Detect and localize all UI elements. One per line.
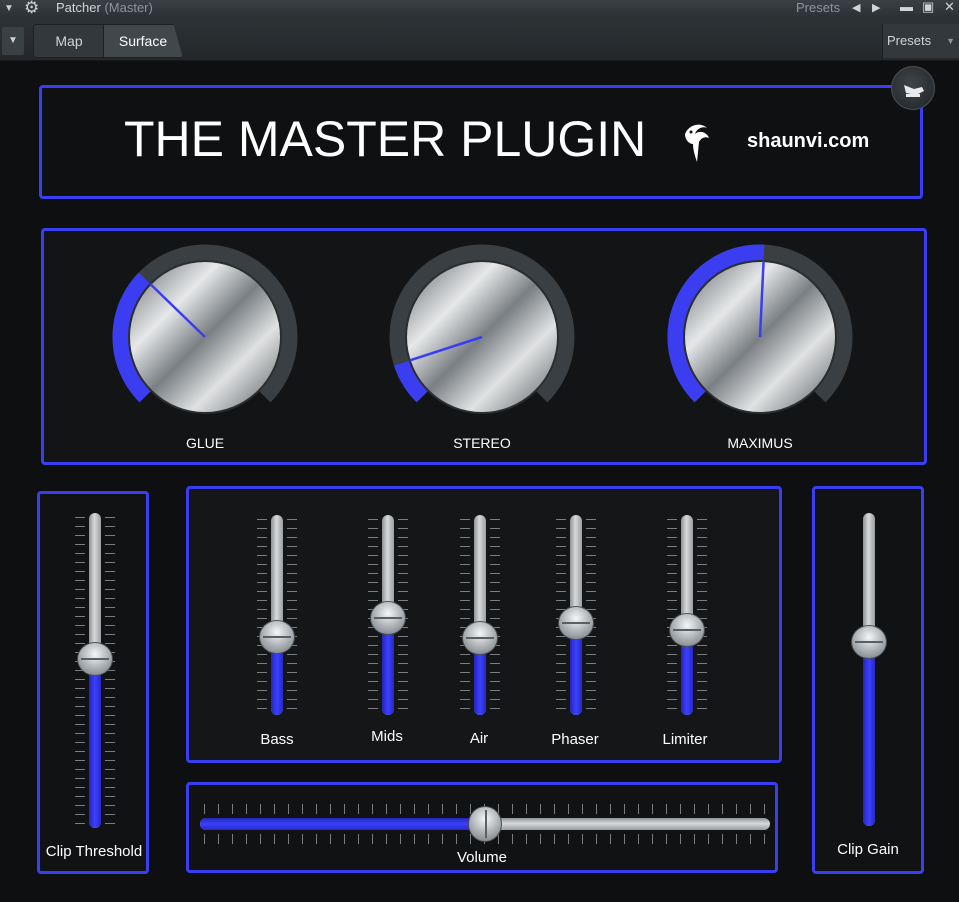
header-panel: THE MASTER PLUGIN shaunvi.com [39,85,923,199]
volume-slider[interactable] [200,800,770,848]
gear-icon[interactable]: ⚙ [24,0,39,18]
phaser-slider[interactable] [546,515,606,715]
bass-label: Bass [260,731,294,748]
chevron-down-icon: ▼ [946,36,955,46]
title-bar: ▼ ⚙ Patcher (Master) Presets ◀ ▶ ▬ ▣ ✕ [0,0,959,18]
clip-gain-slider[interactable] [839,513,899,826]
knob-label-stereo: STEREO [453,435,511,451]
limiter-slider[interactable] [657,515,717,715]
limiter-label: Limiter [662,731,708,748]
slider-thumb[interactable] [462,621,498,656]
edit-surface-button[interactable] [891,66,935,110]
clip-gain-label: Clip Gain [837,841,899,858]
window-title: Patcher (Master) [56,0,153,15]
air-slider[interactable] [450,515,510,715]
presets-dropdown[interactable]: Presets ▼ [882,24,959,58]
hand-icon [904,85,924,97]
titlebar-presets-label[interactable]: Presets [796,0,840,16]
slider-fill [200,818,485,830]
clip-threshold-label: Clip Threshold [45,843,143,860]
minimize-icon[interactable]: ▬ [900,0,913,15]
maximize-icon[interactable]: ▣ [922,0,934,15]
slider-thumb[interactable] [77,642,113,677]
knob-label-glue: GLUE [185,435,225,451]
phaser-label: Phaser [551,731,599,748]
plugin-title: THE MASTER PLUGIN [124,111,647,167]
knob-glue[interactable] [105,237,305,437]
knob-label-maximus: MAXIMUS [727,435,793,451]
knob-stereo[interactable] [382,237,582,437]
toolbar-dropdown-button[interactable]: ▼ [2,27,24,55]
slider-fill [89,659,101,828]
volume-label: Volume [456,849,508,866]
close-icon[interactable]: ✕ [944,0,955,15]
next-arrow-icon[interactable]: ▶ [872,0,880,16]
mids-slider[interactable] [358,515,418,715]
slider-thumb[interactable] [259,619,295,654]
toolbar: ▼ Map Surface Presets ▼ [0,18,959,61]
tab-map[interactable]: Map [33,24,105,58]
bass-slider[interactable] [247,515,307,715]
knob-maximus[interactable] [660,237,860,437]
slider-thumb[interactable] [468,806,502,842]
slider-thumb[interactable] [669,612,705,647]
presets-label: Presets [887,33,932,48]
site-link[interactable]: shaunvi.com [747,130,869,153]
tab-surface[interactable]: Surface [103,24,183,58]
bird-logo-icon [685,124,709,162]
clip-threshold-slider[interactable] [65,513,125,828]
prev-arrow-icon[interactable]: ◀ [852,0,860,16]
menu-dropdown-icon[interactable]: ▼ [4,0,14,18]
slider-fill [863,641,875,826]
slider-thumb[interactable] [851,624,887,659]
